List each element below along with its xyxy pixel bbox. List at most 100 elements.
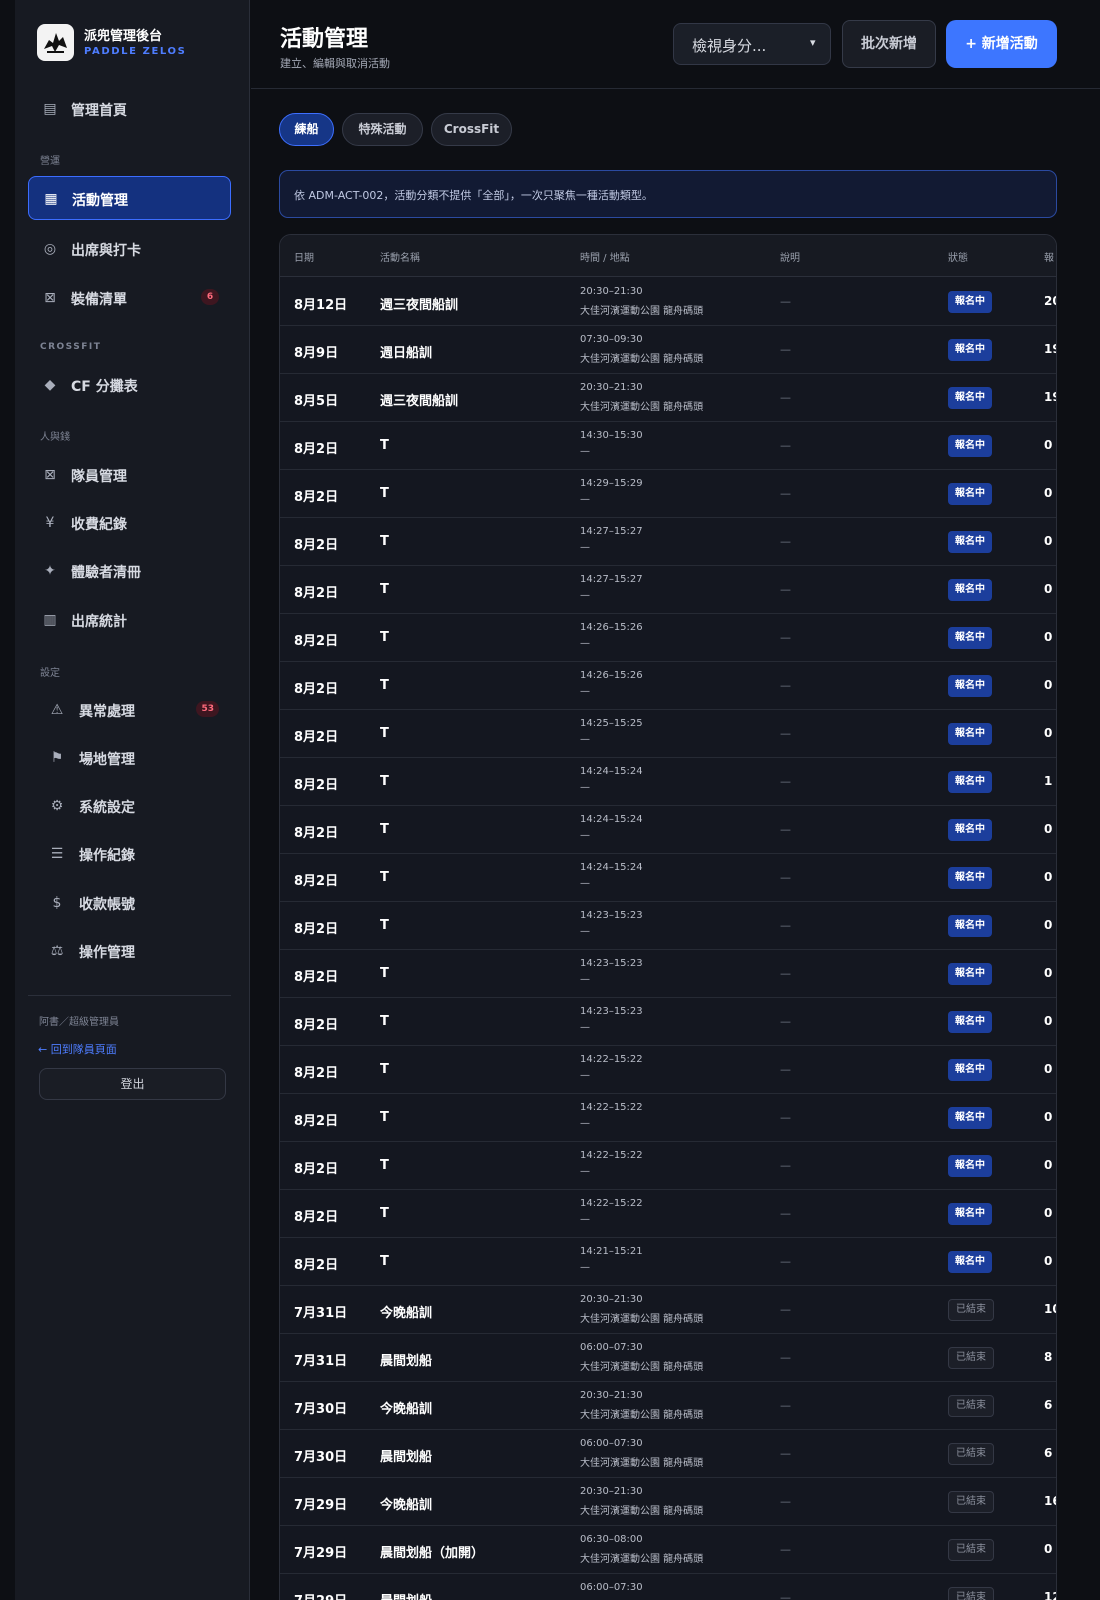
cell-date: 8月2日: [294, 730, 339, 745]
cell-activity-name: T: [380, 486, 389, 501]
batch-add-button[interactable]: 批次新增: [842, 20, 936, 68]
cell-place: —: [580, 1022, 590, 1033]
cell-place: —: [580, 542, 590, 553]
table-row[interactable]: 8月2日 T 14:23–15:23 — — 報名中 0 /: [280, 902, 1056, 950]
table-row[interactable]: 8月2日 T 14:27–15:27 — — 報名中 0 /: [280, 518, 1056, 566]
sidebar-item-operations[interactable]: ⚖ 操作管理: [28, 929, 231, 973]
sidebar-item-cf-groups[interactable]: ◆ CF 分攤表: [28, 363, 231, 407]
table-row[interactable]: 7月29日晨間划船06:00–07:30大佳河濱運動公園 龍舟碼頭—已結束12: [280, 1574, 1056, 1600]
cell-date: 7月29日: [294, 1498, 348, 1513]
status-badge: 報名中: [948, 483, 992, 505]
cell-place: —: [580, 926, 590, 937]
sidebar-item-label: 收款帳號: [79, 897, 135, 913]
cell-activity-name: T: [380, 1158, 389, 1173]
cell-activity-name: T: [380, 582, 389, 597]
cell-place: 大佳河濱運動公園 龍舟碼頭: [580, 1314, 704, 1325]
table-row[interactable]: 7月31日 今晚船訓 20:30–21:30 大佳河濱運動公園 龍舟碼頭 — 已結束 10: [280, 1286, 1056, 1334]
cell-place: —: [580, 1262, 590, 1273]
cell-time: 14:29–15:29: [580, 478, 643, 489]
cell-place: —: [580, 494, 590, 505]
target-icon: ◎: [43, 241, 57, 257]
tab-special[interactable]: 特殊活動: [342, 113, 423, 146]
table-row[interactable]: 8月2日 T 14:22–15:22 — — 報名中 0 /: [280, 1142, 1056, 1190]
logout-button[interactable]: 登出: [39, 1068, 226, 1100]
table-row[interactable]: 8月2日 T 14:29–15:29 — — 報名中 0 /: [280, 470, 1056, 518]
sidebar-item-members[interactable]: ⊠ 隊員管理: [28, 453, 231, 497]
table-row[interactable]: 8月2日 T 14:24–15:24 — — 報名中 0 /: [280, 806, 1056, 854]
table-row[interactable]: 8月2日 T 14:22–15:22 — — 報名中 0 /: [280, 1094, 1056, 1142]
cell-description: —: [780, 1063, 791, 1076]
table-row[interactable]: 8月2日 T 14:22–15:22 — — 報名中 0 /: [280, 1046, 1056, 1094]
sidebar-item-home[interactable]: ▤ 管理首頁: [28, 87, 231, 131]
table-row[interactable]: 8月2日 T 14:25–15:25 — — 報名中 0 /: [280, 710, 1056, 758]
table-row[interactable]: 8月2日 T 14:23–15:23 — — 報名中 0 /: [280, 998, 1056, 1046]
tab-training[interactable]: 練船: [279, 113, 334, 146]
cell-time: 20:30–21:30: [580, 1486, 643, 1497]
table-row[interactable]: 8月2日 T 14:21–15:21 — — 報名中 0 /: [280, 1238, 1056, 1286]
tab-crossfit[interactable]: CrossFit: [431, 113, 512, 146]
table-row[interactable]: 8月2日 T 14:26–15:26 — — 報名中 0 /: [280, 614, 1056, 662]
cell-time: 14:23–15:23: [580, 910, 643, 921]
sidebar-item-stats[interactable]: ▥ 出席統計: [28, 598, 231, 642]
sidebar-item-accounts[interactable]: $ 收款帳號: [28, 881, 231, 925]
sidebar-item-exceptions[interactable]: ⚠ 異常處理 53: [28, 688, 231, 732]
table-row[interactable]: 8月2日 T 14:24–15:24 — — 報名中 0 /: [280, 854, 1056, 902]
sidebar-item-attendance[interactable]: ◎ 出席與打卡: [28, 227, 231, 271]
sidebar-item-payments[interactable]: ¥ 收費紀錄: [28, 501, 231, 545]
cell-place: 大佳河濱運動公園 龍舟碼頭: [580, 1410, 704, 1421]
sidebar-item-logs[interactable]: ☰ 操作紀錄: [28, 832, 231, 876]
cell-signup-count: 10: [1044, 1302, 1056, 1316]
sidebar-item-settings[interactable]: ⚙ 系統設定: [28, 784, 231, 828]
table-row[interactable]: 8月2日 T 14:22–15:22 — — 報名中 0 /: [280, 1190, 1056, 1238]
cell-activity-name: T: [380, 534, 389, 549]
sidebar-item-venues[interactable]: ⚑ 場地管理: [28, 736, 231, 780]
table-row[interactable]: 8月2日 T 14:23–15:23 — — 報名中 0 /: [280, 950, 1056, 998]
cell-description: —: [780, 1543, 791, 1556]
sidebar-item-trials[interactable]: ✦ 體驗者清冊: [28, 549, 231, 593]
new-activity-button[interactable]: + 新增活動: [946, 20, 1057, 68]
status-badge: 報名中: [948, 627, 992, 649]
status-badge: 報名中: [948, 723, 992, 745]
table-row[interactable]: 8月5日 週三夜間船訓 20:30–21:30 大佳河濱運動公園 龍舟碼頭 — 報名中 19: [280, 374, 1056, 422]
table-row[interactable]: 8月2日 T 14:24–15:24 — — 報名中 1 /: [280, 758, 1056, 806]
cell-time: 14:26–15:26: [580, 670, 643, 681]
scale-icon: ⚖: [50, 943, 64, 959]
status-badge: 報名中: [948, 387, 992, 409]
table-row[interactable]: 7月31日 晨間划船 06:00–07:30 大佳河濱運動公園 龍舟碼頭 — 已結束 8: [280, 1334, 1056, 1382]
status-badge: 報名中: [948, 819, 992, 841]
cell-date: 8月2日: [294, 874, 339, 889]
sidebar-item-equipment[interactable]: ⊠ 裝備清單 6: [28, 276, 231, 320]
cell-time: 14:27–15:27: [580, 574, 643, 585]
cell-activity-name: 晨間划船: [380, 1354, 433, 1369]
sidebar-item-label: 場地管理: [79, 752, 135, 768]
table-row[interactable]: 7月30日 今晚船訓 20:30–21:30 大佳河濱運動公園 龍舟碼頭 — 已結束 6: [280, 1382, 1056, 1430]
cell-signup-count: 0 /: [1044, 1254, 1056, 1268]
cell-time: 06:30–08:00: [580, 1534, 643, 1545]
cell-place: 大佳河濱運動公園 龍舟碼頭: [580, 402, 704, 413]
sidebar-item-label: 活動管理: [72, 193, 128, 209]
cell-activity-name: T: [380, 1206, 389, 1221]
main-content: 活動管理 建立、編輯與取消活動 檢視身分... ▾ 批次新增 + 新增活動 練船…: [251, 0, 1100, 1600]
cell-description: —: [780, 535, 791, 548]
cell-description: —: [780, 391, 791, 404]
status-badge: 報名中: [948, 579, 992, 601]
brand-subtitle: PADDLE ZELOS: [84, 46, 187, 57]
warning-icon: ⚠: [50, 702, 64, 718]
table-row[interactable]: 8月12日 週三夜間船訓 20:30–21:30 大佳河濱運動公園 龍舟碼頭 — 報名中 2…: [280, 278, 1056, 326]
table-row[interactable]: 8月2日 T 14:26–15:26 — — 報名中 0 /: [280, 662, 1056, 710]
table-row[interactable]: 8月2日 T 14:27–15:27 — — 報名中 0 /: [280, 566, 1056, 614]
table-row[interactable]: 7月29日 今晚船訓 20:30–21:30 大佳河濱運動公園 龍舟碼頭 — 已結束 16: [280, 1478, 1056, 1526]
cell-place: —: [580, 830, 590, 841]
brand-title: 派兜管理後台: [84, 29, 163, 44]
back-to-member-link[interactable]: ← 回到隊員頁面: [38, 1041, 117, 1057]
table-row[interactable]: 8月9日 週日船訓 07:30–09:30 大佳河濱運動公園 龍舟碼頭 — 報名中 19: [280, 326, 1056, 374]
status-badge: 已結束: [948, 1443, 994, 1465]
table-row[interactable]: 8月2日 T 14:30–15:30 — — 報名中 0 /: [280, 422, 1056, 470]
sidebar-item-activities[interactable]: ▦ 活動管理: [28, 176, 231, 220]
table-row[interactable]: 7月29日 晨間划船（加開） 06:30–08:00 大佳河濱運動公園 龍舟碼頭 — 已結…: [280, 1526, 1056, 1574]
cell-description: —: [780, 631, 791, 644]
dollar-icon: $: [52, 895, 62, 911]
table-row[interactable]: 7月30日 晨間划船 06:00–07:30 大佳河濱運動公園 龍舟碼頭 — 已結束 6: [280, 1430, 1056, 1478]
column-header-date: 日期: [294, 253, 314, 264]
role-select[interactable]: 檢視身分... ▾: [673, 23, 831, 65]
